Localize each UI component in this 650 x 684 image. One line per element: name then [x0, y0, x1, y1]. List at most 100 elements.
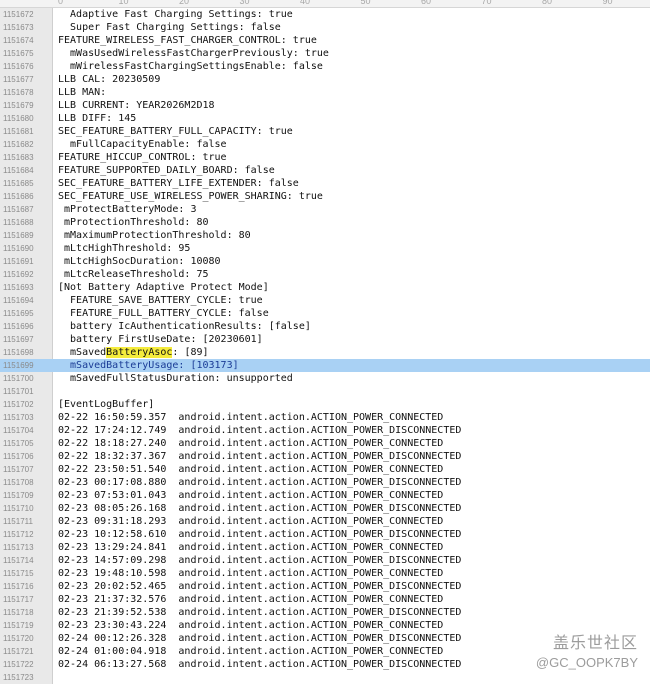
code-line[interactable]: 1151698 mSavedBatteryAsoc: [89]: [0, 346, 650, 359]
line-text: [EventLogBuffer]: [58, 399, 155, 410]
code-line[interactable]: 1151707 02-22 23:50:51.540 android.intent…: [0, 463, 650, 476]
code-line[interactable]: 1151717 02-23 21:37:32.576 android.intent…: [0, 593, 650, 606]
code-line[interactable]: 1151679 LLB CURRENT: YEAR2026M2D18: [0, 99, 650, 112]
line-text: 02-22 18:32:37.367 android.intent.action…: [58, 451, 462, 462]
code-line[interactable]: 1151682 mFullCapacityEnable: false: [0, 138, 650, 151]
code-line[interactable]: 1151672 Adaptive Fast Charging Settings:…: [0, 8, 650, 21]
line-number: 1151689: [3, 231, 34, 240]
code-line[interactable]: 1151688 mProtectionThreshold: 80: [0, 216, 650, 229]
line-text: Adaptive Fast Charging Settings: true: [58, 9, 293, 20]
line-text: LLB CURRENT: YEAR2026M2D18: [58, 100, 215, 111]
code-line[interactable]: 1151715 02-23 19:48:10.598 android.intent…: [0, 567, 650, 580]
line-text: mProtectBatteryMode: 3: [58, 204, 197, 215]
ruler-mark: 60: [421, 0, 432, 6]
code-line[interactable]: 1151683 FEATURE_HICCUP_CONTROL: true: [0, 151, 650, 164]
line-number: 1151708: [3, 478, 34, 487]
code-line[interactable]: 1151684 FEATURE_SUPPORTED_DAILY_BOARD: fa…: [0, 164, 650, 177]
code-line[interactable]: 1151673 Super Fast Charging Settings: fa…: [0, 21, 650, 34]
ruler-mark: 90: [602, 0, 613, 6]
line-number: 1151707: [3, 465, 34, 474]
ruler-mark: 50: [360, 0, 371, 6]
line-number: 1151721: [3, 647, 34, 656]
line-text: FEATURE_WIRELESS_FAST_CHARGER_CONTROL: t…: [58, 35, 317, 46]
line-number: 1151720: [3, 634, 34, 643]
line-text: LLB MAN:: [58, 87, 107, 98]
ruler-mark: 10: [118, 0, 129, 6]
code-line[interactable]: 1151689 mMaximumProtectionThreshold: 80: [0, 229, 650, 242]
line-text: mFullCapacityEnable: false: [58, 139, 227, 150]
line-number: 1151699: [3, 361, 34, 370]
code-line[interactable]: 1151692 mLtcReleaseThreshold: 75: [0, 268, 650, 281]
code-line[interactable]: 1151687 mProtectBatteryMode: 3: [0, 203, 650, 216]
line-text: mLtcHighThreshold: 95: [58, 243, 191, 254]
line-text: 02-23 10:12:58.610 android.intent.action…: [58, 529, 462, 540]
code-line[interactable]: 1151686 SEC_FEATURE_USE_WIRELESS_POWER_SH…: [0, 190, 650, 203]
line-number: 1151672: [3, 10, 34, 19]
line-text: SEC_FEATURE_BATTERY_FULL_CAPACITY: true: [58, 126, 293, 137]
code-line[interactable]: 1151680 LLB DIFF: 145: [0, 112, 650, 125]
code-line[interactable]: 1151690 mLtcHighThreshold: 95: [0, 242, 650, 255]
line-number: 1151686: [3, 192, 34, 201]
line-number: 1151714: [3, 556, 34, 565]
line-text: mLtcHighSocDuration: 10080: [58, 256, 221, 267]
code-line[interactable]: 1151678 LLB MAN:: [0, 86, 650, 99]
code-line[interactable]: 1151723: [0, 671, 650, 684]
column-ruler: 0 10 20 30 40 50 60 70 80 90: [0, 0, 650, 8]
code-line[interactable]: 1151712 02-23 10:12:58.610 android.intent…: [0, 528, 650, 541]
code-line[interactable]: 1151694 FEATURE_SAVE_BATTERY_CYCLE: true: [0, 294, 650, 307]
code-line[interactable]: 1151713 02-23 13:29:24.841 android.intent…: [0, 541, 650, 554]
code-line[interactable]: 1151704 02-22 17:24:12.749 android.intent…: [0, 424, 650, 437]
line-text: 02-22 16:50:59.357 android.intent.action…: [58, 412, 444, 423]
code-line[interactable]: 1151674 FEATURE_WIRELESS_FAST_CHARGER_CON…: [0, 34, 650, 47]
editor-text-area[interactable]: 1151672 Adaptive Fast Charging Settings:…: [0, 8, 650, 684]
code-line[interactable]: 1151714 02-23 14:57:09.298 android.intent…: [0, 554, 650, 567]
code-line[interactable]: 1151676 mWirelessFastChargingSettingsEna…: [0, 60, 650, 73]
line-text: mProtectionThreshold: 80: [58, 217, 209, 228]
code-line[interactable]: 1151705 02-22 18:18:27.240 android.intent…: [0, 437, 650, 450]
line-number: 1151692: [3, 270, 34, 279]
line-text: 02-23 08:05:26.168 android.intent.action…: [58, 503, 462, 514]
code-line[interactable]: 1151691 mLtcHighSocDuration: 10080: [0, 255, 650, 268]
code-line[interactable]: 1151693 [Not Battery Adaptive Protect Mod…: [0, 281, 650, 294]
line-number: 1151675: [3, 49, 34, 58]
code-line[interactable]: 1151711 02-23 09:31:18.293 android.intent…: [0, 515, 650, 528]
code-line[interactable]: 1151681 SEC_FEATURE_BATTERY_FULL_CAPACITY…: [0, 125, 650, 138]
line-text: mSavedBatteryAsoc: [89]: [58, 346, 650, 359]
code-line[interactable]: 1151685 SEC_FEATURE_BATTERY_LIFE_EXTENDER…: [0, 177, 650, 190]
code-line[interactable]: 1151703 02-22 16:50:59.357 android.intent…: [0, 411, 650, 424]
watermark-title: 盖乐世社区: [552, 635, 638, 652]
line-number: 1151685: [3, 179, 34, 188]
code-line[interactable]: 1151696 battery IcAuthenticationResults:…: [0, 320, 650, 333]
code-line[interactable]: 1151706 02-22 18:32:37.367 android.intent…: [0, 450, 650, 463]
line-number: 1151696: [3, 322, 34, 331]
code-line[interactable]: 1151710 02-23 08:05:26.168 android.intent…: [0, 502, 650, 515]
line-number: 1151680: [3, 114, 34, 123]
line-number: 1151697: [3, 335, 34, 344]
line-text: mSavedBatteryUsage: [103173]: [58, 360, 239, 371]
line-text: 02-22 17:24:12.749 android.intent.action…: [58, 425, 462, 436]
code-line[interactable]: 1151709 02-23 07:53:01.043 android.intent…: [0, 489, 650, 502]
line-text: SEC_FEATURE_BATTERY_LIFE_EXTENDER: false: [58, 178, 299, 189]
code-line[interactable]: 1151708 02-23 00:17:08.880 android.intent…: [0, 476, 650, 489]
line-number: 1151695: [3, 309, 34, 318]
code-line[interactable]: 1151697 battery FirstUseDate: [20230601]: [0, 333, 650, 346]
code-line[interactable]: 1151701: [0, 385, 650, 398]
line-number: 1151718: [3, 608, 34, 617]
line-text: 02-23 21:39:52.538 android.intent.action…: [58, 607, 462, 618]
code-line[interactable]: 1151702 [EventLogBuffer]: [0, 398, 650, 411]
code-line[interactable]: 1151718 02-23 21:39:52.538 android.intent…: [0, 606, 650, 619]
line-text: mWasUsedWirelessFastChargerPreviously: t…: [58, 48, 329, 59]
line-number: 1151717: [3, 595, 34, 604]
code-line[interactable]: 1151677 LLB CAL: 20230509: [0, 73, 650, 86]
line-number: 1151710: [3, 504, 34, 513]
code-line[interactable]: 1151716 02-23 20:02:52.465 android.intent…: [0, 580, 650, 593]
line-text: 02-23 14:57:09.298 android.intent.action…: [58, 555, 462, 566]
code-line[interactable]: 1151695 FEATURE_FULL_BATTERY_CYCLE: fals…: [0, 307, 650, 320]
selected-line[interactable]: 1151699 mSavedBatteryUsage: [103173]: [0, 359, 650, 372]
code-line[interactable]: 1151675 mWasUsedWirelessFastChargerPrevi…: [0, 47, 650, 60]
line-text: LLB CAL: 20230509: [58, 74, 161, 85]
code-line[interactable]: 1151700 mSavedFullStatusDuration: unsupp…: [0, 372, 650, 385]
line-text: mWirelessFastChargingSettingsEnable: fal…: [58, 61, 323, 72]
line-number: 1151682: [3, 140, 34, 149]
line-number: 1151694: [3, 296, 34, 305]
